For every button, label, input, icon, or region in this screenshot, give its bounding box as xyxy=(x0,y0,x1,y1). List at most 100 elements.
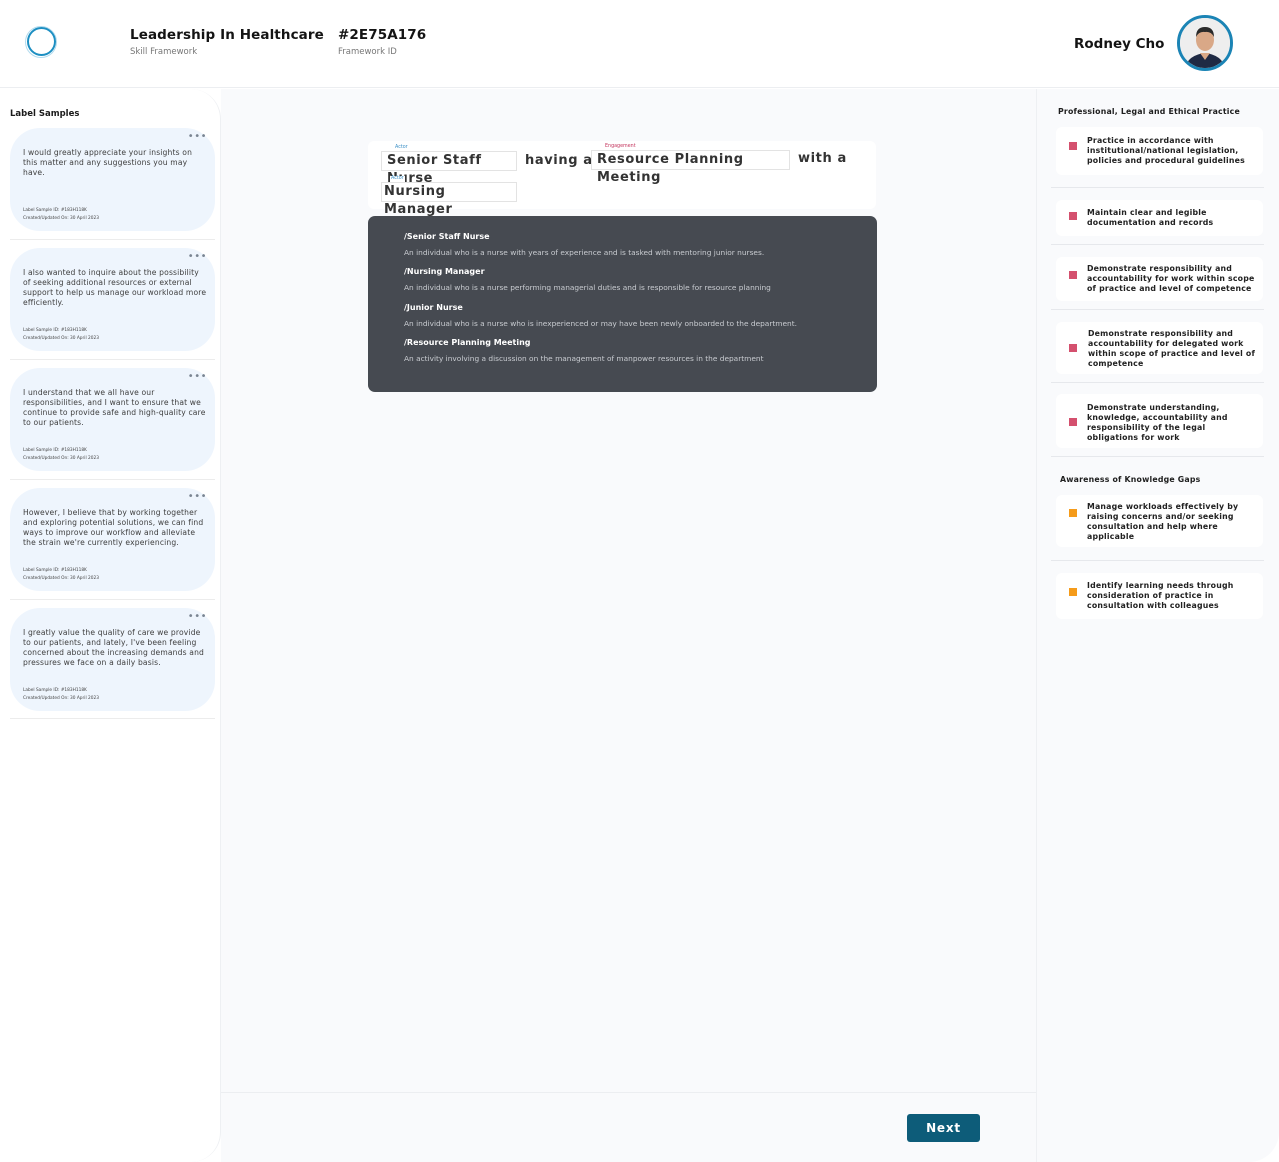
sample-id: Label Sample ID: #183H118K xyxy=(23,688,87,693)
more-options-icon[interactable]: ••• xyxy=(188,252,207,262)
chip-type-label: Actor xyxy=(394,145,409,151)
user-photo-icon xyxy=(1180,18,1230,68)
framework-id: #2E75A176 xyxy=(338,27,427,43)
label-samples-panel: Label Samples ••• I would greatly apprec… xyxy=(0,89,221,1162)
definition-term: /Senior Staff Nurse xyxy=(404,232,490,241)
app-header: Leadership In Healthcare Skill Framework… xyxy=(0,0,1279,88)
skill-color-marker-icon xyxy=(1069,588,1077,596)
divider xyxy=(10,479,215,480)
engagement-chip[interactable]: Engagement Resource Planning Meeting xyxy=(591,144,790,185)
label-samples-title: Label Samples xyxy=(10,109,80,119)
definitions-panel: /Senior Staff Nurse An individual who is… xyxy=(368,216,877,392)
skills-panel: Professional, Legal and Ethical Practice… xyxy=(1036,89,1279,1162)
chip-value: Nursing Manager xyxy=(384,184,453,217)
skill-text: Practice in accordance with institutiona… xyxy=(1087,136,1245,165)
actor-chip[interactable]: Actor Nursing Manager xyxy=(381,176,517,217)
label-sentence: Actor Senior Staff Nurse having a Engage… xyxy=(368,141,876,217)
skill-color-marker-icon xyxy=(1069,344,1077,352)
more-options-icon[interactable]: ••• xyxy=(188,612,207,622)
divider xyxy=(1051,309,1264,310)
label-sample-card[interactable]: ••• I would greatly appreciate your insi… xyxy=(10,128,215,231)
avatar[interactable] xyxy=(1177,15,1233,71)
skill-color-marker-icon xyxy=(1069,142,1077,150)
skill-item[interactable]: Practice in accordance with institutiona… xyxy=(1056,127,1263,175)
sample-id: Label Sample ID: #183H118K xyxy=(23,448,87,453)
divider xyxy=(1051,456,1264,457)
label-sample-card[interactable]: ••• However, I believe that by working t… xyxy=(10,488,215,591)
sample-text: I would greatly appreciate your insights… xyxy=(23,148,193,177)
framework-title: Leadership In Healthcare xyxy=(130,27,324,43)
framework-id-caption: Framework ID xyxy=(338,47,397,57)
skill-item[interactable]: Identify learning needs through consider… xyxy=(1056,573,1263,619)
sample-meta: Label Sample ID: #183H118K Created/Updat… xyxy=(23,327,99,343)
divider xyxy=(1051,382,1264,383)
framework-title-caption: Skill Framework xyxy=(130,47,198,57)
actor-chip[interactable]: Actor Senior Staff Nurse xyxy=(381,145,517,186)
framework-title-block: Leadership In Healthcare Skill Framework xyxy=(130,27,324,57)
chip-type-label: Actor xyxy=(390,176,405,182)
skill-text: Manage workloads effectively by raising … xyxy=(1087,502,1239,541)
definition-term: /Resource Planning Meeting xyxy=(404,338,531,347)
chip-type-label: Engagement xyxy=(604,144,637,150)
definition-term: /Nursing Manager xyxy=(404,267,485,276)
connector-text: having a xyxy=(525,153,593,168)
sample-meta: Label Sample ID: #183H118K Created/Updat… xyxy=(23,687,99,703)
chip-value: Resource Planning Meeting xyxy=(597,152,744,185)
label-sample-card[interactable]: ••• I also wanted to inquire about the p… xyxy=(10,248,215,351)
label-sample-card[interactable]: ••• I understand that we all have our re… xyxy=(10,368,215,471)
skill-color-marker-icon xyxy=(1069,271,1077,279)
connector-text: with a xyxy=(798,151,847,166)
skill-color-marker-icon xyxy=(1069,509,1077,517)
skill-text: Demonstrate responsibility and accountab… xyxy=(1087,264,1255,293)
sample-date: Created/Updated On: 30 April 2023 xyxy=(23,456,99,461)
sample-id: Label Sample ID: #183H118K xyxy=(23,328,87,333)
skill-item[interactable]: Demonstrate understanding, knowledge, ac… xyxy=(1056,394,1263,448)
skill-text: Maintain clear and legible documentation… xyxy=(1087,208,1214,227)
label-sample-card[interactable]: ••• I greatly value the quality of care … xyxy=(10,608,215,711)
main-workspace: Actor Senior Staff Nurse having a Engage… xyxy=(221,89,1036,1162)
app-logo-icon[interactable] xyxy=(25,26,57,58)
more-options-icon[interactable]: ••• xyxy=(188,132,207,142)
sample-meta: Label Sample ID: #183H118K Created/Updat… xyxy=(23,567,99,583)
sample-date: Created/Updated On: 30 April 2023 xyxy=(23,696,99,701)
divider xyxy=(10,239,215,240)
user-name: Rodney Cho xyxy=(1074,36,1165,52)
framework-id-block: #2E75A176 Framework ID xyxy=(338,27,426,57)
sample-date: Created/Updated On: 30 April 2023 xyxy=(23,336,99,341)
sample-id: Label Sample ID: #183H118K xyxy=(23,208,87,213)
skill-text: Identify learning needs through consider… xyxy=(1087,581,1234,610)
sample-text: I understand that we all have our respon… xyxy=(23,388,206,427)
skill-item[interactable]: Demonstrate responsibility and accountab… xyxy=(1056,322,1263,374)
skill-color-marker-icon xyxy=(1069,418,1077,426)
sample-date: Created/Updated On: 30 April 2023 xyxy=(23,216,99,221)
skill-group-title: Awareness of Knowledge Gaps xyxy=(1060,475,1201,484)
sample-id: Label Sample ID: #183H118K xyxy=(23,568,87,573)
sample-text: I greatly value the quality of care we p… xyxy=(23,628,205,667)
sample-text: I also wanted to inquire about the possi… xyxy=(23,268,207,307)
divider xyxy=(1051,560,1264,561)
divider xyxy=(10,599,215,600)
sample-meta: Label Sample ID: #183H118K Created/Updat… xyxy=(23,207,99,223)
divider xyxy=(1051,187,1264,188)
sample-text: However, I believe that by working toget… xyxy=(23,508,204,547)
skill-item[interactable]: Maintain clear and legible documentation… xyxy=(1056,200,1263,236)
skill-group-title: Professional, Legal and Ethical Practice xyxy=(1058,107,1240,116)
definition-desc: An activity involving a discussion on th… xyxy=(404,354,764,363)
more-options-icon[interactable]: ••• xyxy=(188,492,207,502)
skill-color-marker-icon xyxy=(1069,212,1077,220)
next-button[interactable]: Next xyxy=(907,1114,980,1142)
skill-item[interactable]: Manage workloads effectively by raising … xyxy=(1056,495,1263,547)
definition-desc: An individual who is a nurse who is inex… xyxy=(404,319,797,328)
skill-text: Demonstrate understanding, knowledge, ac… xyxy=(1087,403,1228,442)
skill-text: Demonstrate responsibility and accountab… xyxy=(1088,329,1256,368)
sample-date: Created/Updated On: 30 April 2023 xyxy=(23,576,99,581)
footer-divider xyxy=(221,1092,1036,1093)
more-options-icon[interactable]: ••• xyxy=(188,372,207,382)
divider xyxy=(1051,244,1264,245)
sample-meta: Label Sample ID: #183H118K Created/Updat… xyxy=(23,447,99,463)
skill-item[interactable]: Demonstrate responsibility and accountab… xyxy=(1056,257,1263,301)
definition-desc: An individual who is a nurse with years … xyxy=(404,248,765,257)
definition-desc: An individual who is a nurse performing … xyxy=(404,283,771,292)
definition-term: /Junior Nurse xyxy=(404,303,463,312)
divider xyxy=(10,359,215,360)
